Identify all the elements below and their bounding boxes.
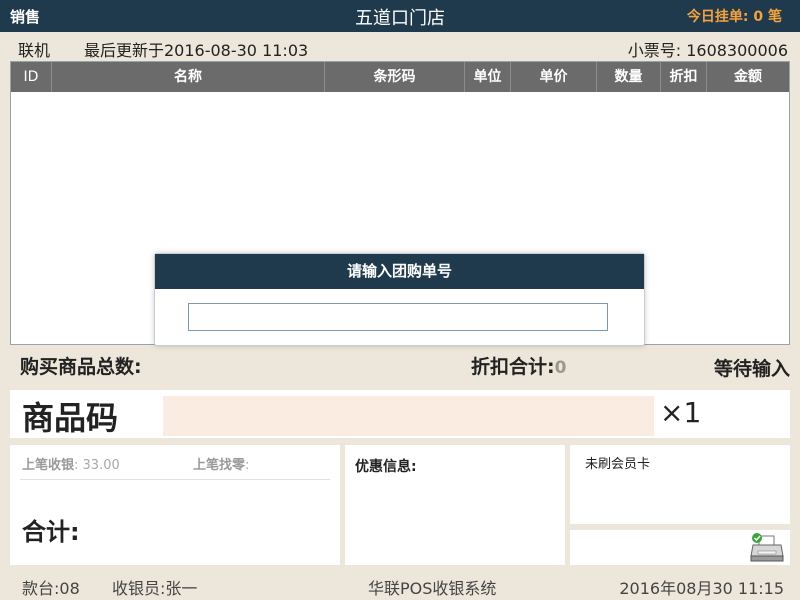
last-update: 最后更新于2016-08-30 11:03	[84, 41, 309, 60]
store-name: 五道口门店	[355, 8, 445, 29]
terminal-number: 款台:08	[22, 579, 80, 598]
member-panel: 未刷会员卡	[570, 445, 790, 524]
total-items-label: 购买商品总数:	[20, 356, 142, 378]
info-bar: 联机 最后更新于2016-08-30 11:03 小票号: 1608300006	[0, 32, 800, 60]
pending-label: 今日挂单	[686, 9, 743, 25]
quantity-multiplier: ×1	[660, 396, 702, 429]
pending-orders[interactable]: 今日挂单: 0 笔	[687, 6, 782, 26]
footer-bar: 款台:08 收银员:张一 华联POS收银系统 2016年08月30 11:15	[0, 570, 800, 600]
discount-total: 折扣合计:0	[471, 352, 566, 379]
previous-received: 上笔收银: 33.00	[22, 458, 120, 473]
group-purchase-dialog: 请输入团购单号	[154, 253, 645, 346]
input-status: 等待输入	[713, 358, 790, 380]
column-header-unit: 单位	[465, 62, 511, 92]
cashier-name: 收银员:张一	[112, 579, 198, 598]
current-datetime: 2016年08月30 11:15	[619, 579, 784, 598]
previous-received-label: 上笔收银	[22, 458, 75, 473]
promotion-panel: 优惠信息:	[345, 445, 565, 565]
group-purchase-input[interactable]	[188, 303, 608, 331]
previous-change-label: 上笔找零	[193, 458, 246, 473]
payment-panel: 上笔收银: 33.00 上笔找零: 合计:	[10, 445, 340, 565]
column-header-barcode: 条形码	[325, 62, 465, 92]
promotion-title: 优惠信息:	[355, 459, 417, 475]
column-header-amount: 金额	[734, 69, 762, 85]
receipt-value: 1608300006	[686, 41, 788, 60]
table-header: ID 名称 条形码 单位 单价 数量 折扣 金额	[11, 62, 789, 92]
product-code-input[interactable]	[163, 396, 654, 436]
printer-icon[interactable]	[750, 532, 784, 563]
discount-value: 0	[554, 358, 567, 378]
receipt-label: 小票号	[627, 41, 676, 60]
pending-unit: 笔	[768, 9, 782, 25]
pending-count: 0	[753, 9, 764, 25]
column-header-quantity: 数量	[597, 62, 661, 92]
system-name: 华联POS收银系统	[368, 579, 497, 598]
column-header-name: 名称	[52, 62, 325, 92]
discount-label: 折扣合计:	[471, 356, 555, 378]
product-code-label: 商品码	[22, 399, 119, 437]
receipt-number: 小票号: 1608300006	[627, 41, 788, 60]
previous-change: 上笔找零:	[193, 458, 250, 473]
printer-panel	[570, 530, 790, 565]
member-card-status: 未刷会员卡	[585, 457, 651, 472]
divider	[20, 479, 330, 480]
connection-status: 联机	[18, 41, 51, 60]
summary-bar: 购买商品总数: 折扣合计:0 等待输入	[10, 348, 790, 382]
dialog-title: 请输入团购单号	[155, 254, 644, 289]
column-header-discount: 折扣	[661, 62, 707, 92]
product-code-row: 商品码 ×1	[10, 390, 790, 438]
column-header-id: ID	[11, 62, 52, 92]
previous-received-value: 33.00	[82, 458, 120, 473]
column-header-price: 单价	[511, 62, 597, 92]
total-label: 合计:	[22, 518, 80, 546]
top-bar: 销售 五道口门店 今日挂单: 0 笔	[0, 0, 800, 32]
